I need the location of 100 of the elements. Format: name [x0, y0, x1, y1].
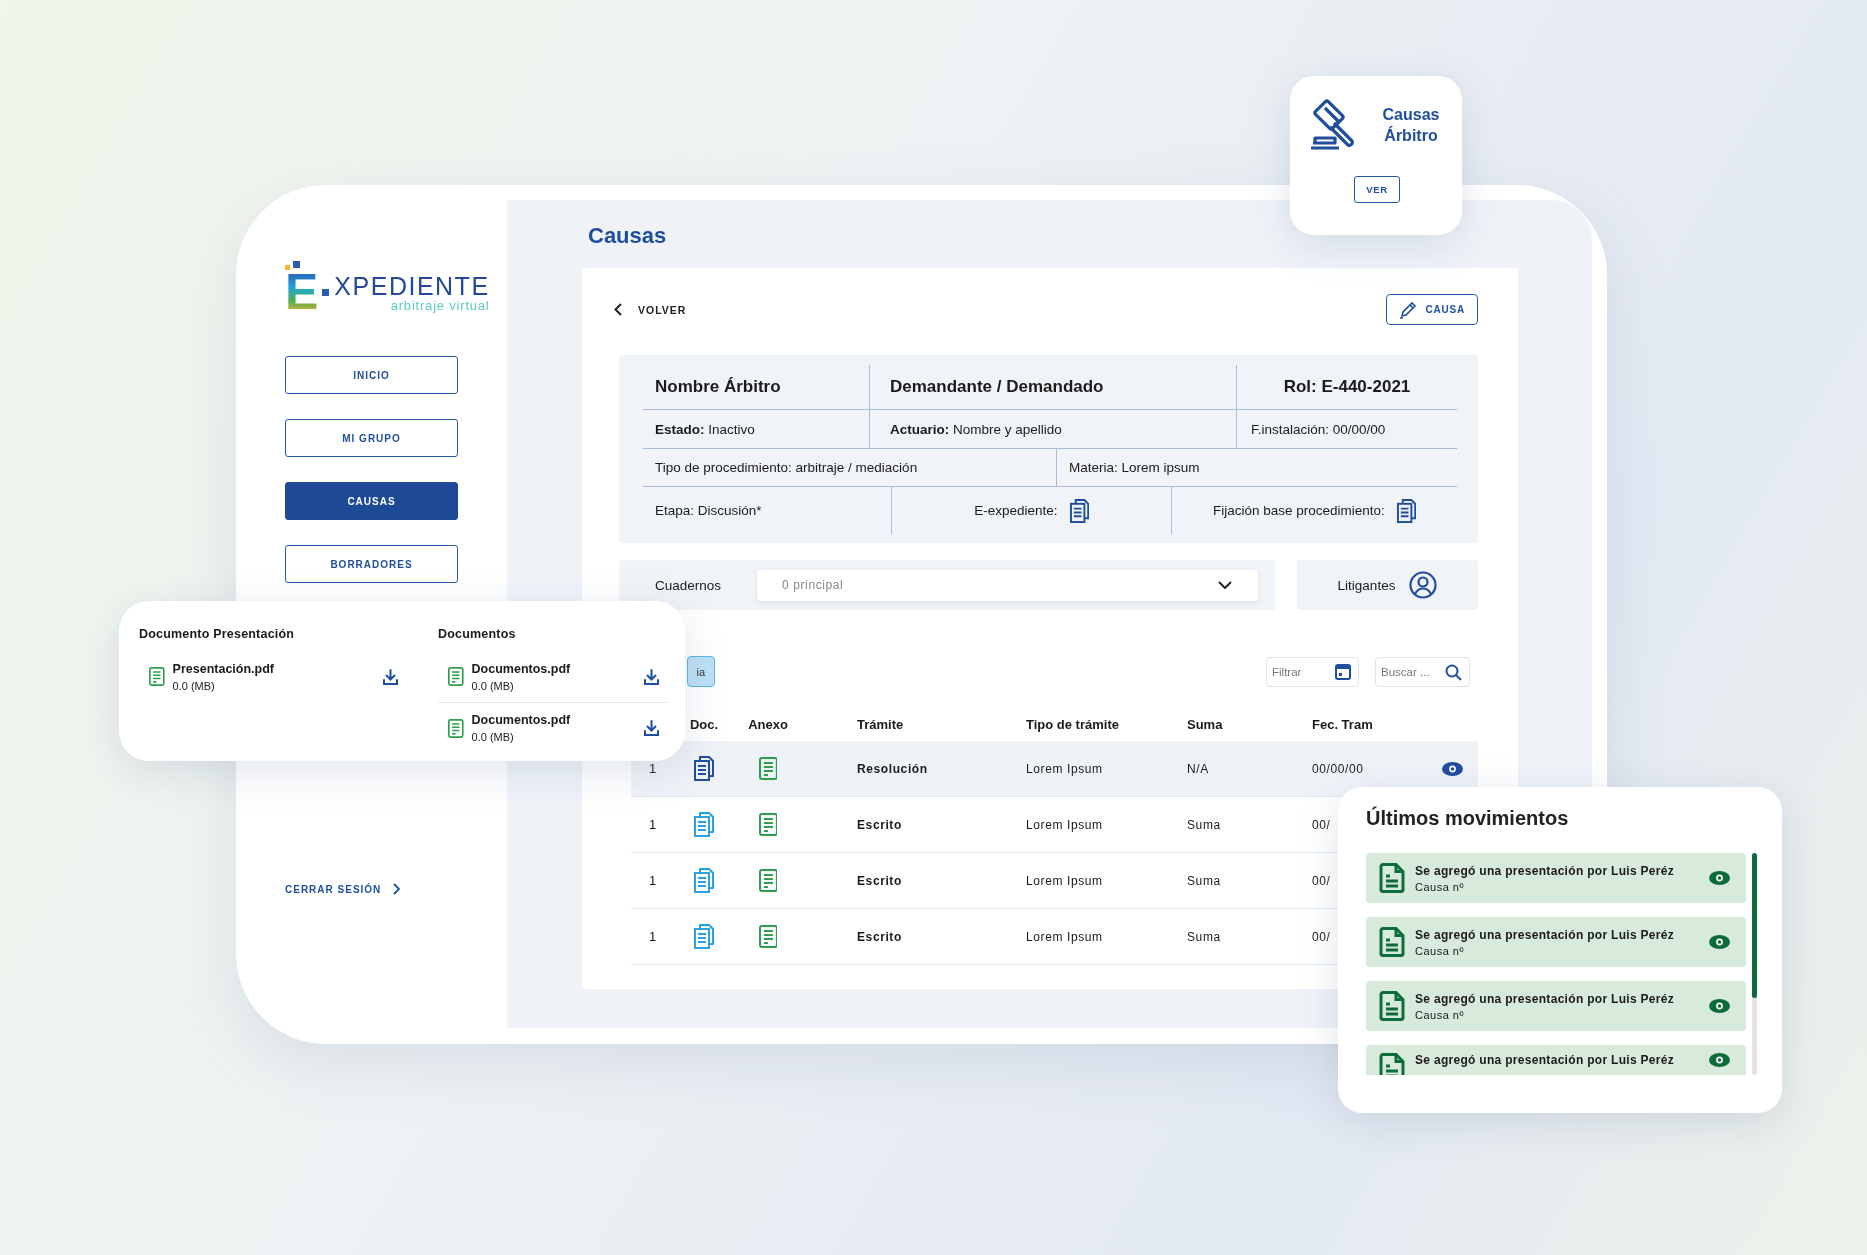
table-cell-text: 1: [648, 817, 658, 832]
table-cell-text: Lorem Ipsum: [1026, 761, 1104, 776]
column-header: Trámite: [856, 716, 905, 732]
card-title: Últimos movimientos: [1366, 805, 1570, 831]
document-icon: [758, 813, 778, 836]
filter-field[interactable]: Filtrar: [1266, 656, 1359, 687]
info-heading: Nombre Árbitro: [643, 365, 870, 409]
movement-subtitle: Causa nº: [1415, 1008, 1465, 1021]
squares-icon: [285, 261, 300, 270]
document-icon: [758, 869, 778, 892]
documents-icon: [1396, 498, 1416, 523]
section-title: Documento Presentación: [139, 627, 296, 641]
table-cell-text: 1: [648, 761, 658, 776]
table-cell-text: Escrito: [856, 817, 903, 832]
info-text: Etapa: Discusión*: [655, 503, 762, 518]
documents-icon: [694, 756, 714, 781]
table-cell: 00/00/00: [1312, 761, 1364, 776]
download-icon[interactable]: [644, 668, 659, 685]
info-heading: Demandante / Demandado: [870, 365, 1237, 409]
table-cell-text: Resolución: [856, 761, 929, 776]
nav-button[interactable]: MI GRUPO: [285, 419, 458, 457]
file-name: Documentos.pdf: [471, 713, 572, 727]
info-text: Fijación base procedimiento:: [1213, 503, 1385, 518]
file-size: 0.0 (MB): [471, 731, 515, 743]
movement-text: Se agregó una presentación por Luis Peréz: [1415, 991, 1676, 1006]
nav-button[interactable]: CAUSAS: [285, 482, 458, 520]
file-size: 0.0 (MB): [471, 679, 515, 692]
view-button[interactable]: VER: [1354, 176, 1400, 203]
column-header: Fec. Tram: [1312, 716, 1374, 732]
logout-link[interactable]: CERRAR SESIÓN: [285, 883, 401, 895]
movement-item[interactable]: Se agregó una presentación por Luis Peréz Causa nº: [1366, 853, 1746, 903]
info-text: Estado: Inactivo: [655, 421, 755, 437]
user-icon[interactable]: [1409, 571, 1438, 599]
card-title: Causas Árbitro: [1381, 105, 1441, 146]
document-icon: [1379, 863, 1405, 893]
table-cell-text: 1: [648, 873, 658, 888]
movement-item[interactable]: Se agregó una presentación por Luis Peréz Causa nº: [1366, 917, 1746, 967]
download-icon[interactable]: [383, 668, 398, 685]
movement-subtitle: Causa nº: [1415, 880, 1465, 893]
column-header: Anexo: [747, 716, 789, 732]
info-text: F.instalación: 00/00/00: [1251, 421, 1386, 437]
eye-icon[interactable]: [1709, 871, 1730, 885]
notebook-label: Cuadernos: [655, 577, 722, 593]
table-cell-text: Suma: [1187, 929, 1222, 944]
edit-button[interactable]: CAUSA: [1386, 294, 1478, 325]
file-name: Presentación.pdf: [172, 661, 275, 676]
table-cell: 00/: [1312, 873, 1331, 888]
table-cell-text: Escrito: [856, 929, 903, 944]
back-button[interactable]: VOLVER: [614, 303, 687, 316]
page-title: Causas: [588, 222, 668, 250]
table-cell: 00/: [1312, 929, 1331, 944]
chevron-down-icon: [1218, 581, 1232, 589]
documents-icon: [1069, 498, 1089, 523]
document-icon: [448, 718, 464, 738]
search-field[interactable]: Buscar ...: [1375, 656, 1470, 687]
tab-button[interactable]: ia: [687, 656, 715, 687]
nav-button[interactable]: INICIO: [285, 356, 458, 394]
logo-wordmark: XPEDIENTE: [334, 273, 490, 299]
document-icon: [448, 667, 464, 686]
column-header: Doc.: [688, 716, 720, 732]
pencil-icon: [1399, 300, 1418, 319]
document-icon: [149, 667, 165, 686]
table-row[interactable]: 1 Resolución Lorem Ipsum N/A 00/00/00: [631, 741, 1478, 797]
table-cell-text: Lorem Ipsum: [1026, 929, 1104, 944]
notebook-dropdown[interactable]: 0 principal: [757, 569, 1258, 601]
calendar-icon: [1335, 663, 1351, 680]
eye-icon[interactable]: [1442, 761, 1463, 776]
table-cell-text: Suma: [1187, 817, 1222, 832]
document-icon: [1379, 1053, 1405, 1075]
logo-tagline: arbitraje virtual: [390, 299, 490, 312]
table-cell-text: Escrito: [856, 873, 903, 888]
table-cell: 00/: [1312, 817, 1331, 832]
chevron-right-icon: [393, 883, 401, 895]
file-size: 0.0 (MB): [172, 679, 216, 692]
eye-icon[interactable]: [1709, 1053, 1730, 1067]
nav-button[interactable]: BORRADORES: [285, 545, 458, 583]
movement-subtitle: Causa nº: [1415, 944, 1465, 957]
movement-item[interactable]: Se agregó una presentación por Luis Peréz: [1366, 1045, 1746, 1075]
scrollbar[interactable]: [1752, 853, 1757, 1075]
info-text: Actuario: Nombre y apellido: [890, 421, 1062, 437]
movement-text: Se agregó una presentación por Luis Peréz: [1415, 1053, 1676, 1067]
info-text: Tipo de procedimiento: arbitraje / mediación: [655, 460, 918, 475]
table-cell-text: 1: [648, 929, 658, 944]
eye-icon[interactable]: [1709, 999, 1730, 1013]
chevron-left-icon: [614, 303, 622, 316]
document-icon: [758, 925, 778, 948]
column-header: Suma: [1187, 716, 1224, 732]
document-icon: [1379, 927, 1405, 957]
section-title: Documentos: [438, 627, 517, 641]
table-cell-text: Lorem Ipsum: [1026, 817, 1104, 832]
square-icon: [322, 289, 330, 296]
file-name: Documentos.pdf: [471, 661, 572, 676]
movement-item[interactable]: Se agregó una presentación por Luis Peréz Causa nº: [1366, 981, 1746, 1031]
table-cell-text: Suma: [1187, 873, 1222, 888]
info-heading: Rol: E-440-2021: [1282, 376, 1412, 398]
litigants-label: Litigantes: [1337, 577, 1396, 593]
download-icon[interactable]: [644, 720, 659, 736]
eye-icon[interactable]: [1709, 935, 1730, 949]
table-cell-text: N/A: [1187, 761, 1210, 776]
info-text: Materia: Lorem ipsum: [1069, 460, 1200, 475]
